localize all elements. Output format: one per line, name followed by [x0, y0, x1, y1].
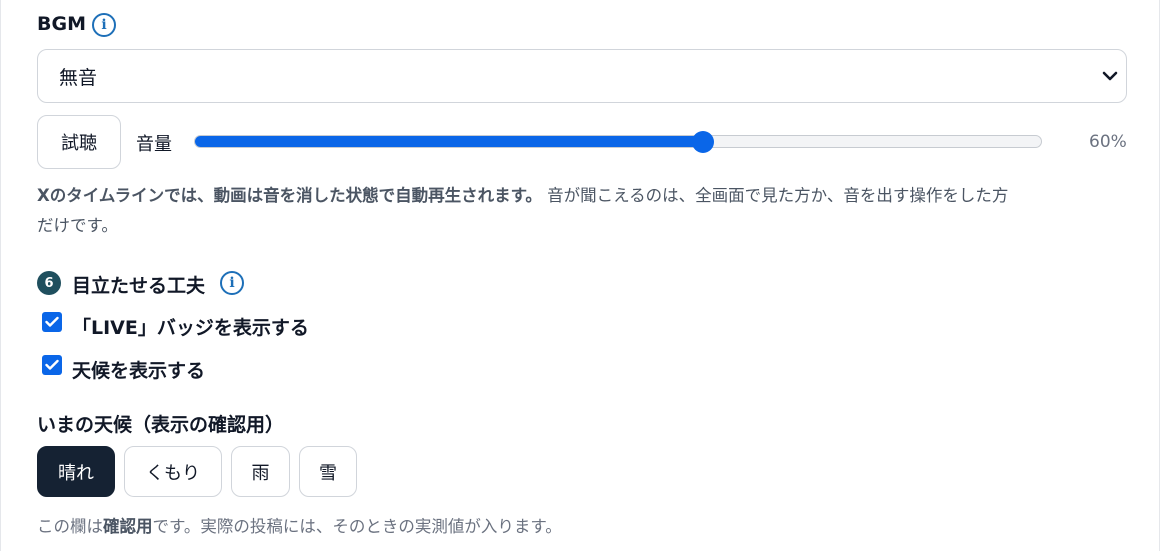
bgm-select-value: 無音	[59, 66, 98, 89]
weather-display-label[interactable]: 天候を表示する	[72, 356, 205, 383]
weather-display-checkbox[interactable]	[42, 355, 62, 375]
chevron-down-icon	[1102, 71, 1118, 81]
volume-slider-fill	[195, 136, 704, 147]
bgm-select[interactable]: 無音	[37, 49, 1127, 103]
live-badge-label[interactable]: 「LIVE」バッジを表示する	[72, 313, 309, 340]
weather-rain-button[interactable]: 雨	[231, 446, 290, 497]
volume-label: 音量	[136, 134, 172, 155]
weather-heading: いまの天候（表示の確認用）	[37, 414, 285, 436]
volume-value: 60%	[1089, 132, 1127, 152]
timeline-note-rest-2: だけです。	[37, 216, 118, 235]
live-badge-checkbox[interactable]	[42, 312, 62, 332]
volume-slider-track[interactable]	[194, 135, 1042, 148]
weather-note-bold: 確認用	[103, 517, 153, 536]
timeline-note: Xのタイムラインでは、動画は音を消した状態で自動再生されます。 音が聞こえるのは…	[37, 181, 1127, 241]
step-badge: 6	[37, 271, 61, 295]
volume-slider-thumb[interactable]	[692, 131, 714, 153]
weather-cloudy-button[interactable]: くもり	[124, 446, 222, 497]
settings-panel: BGM i 無音 試聴 音量 60% Xのタイムラインでは、動画は音を消した状態…	[0, 0, 1160, 551]
timeline-note-rest: 音が聞こえるのは、全画面で見た方か、音を出す操作をした方	[541, 186, 1009, 205]
info-icon[interactable]: i	[220, 271, 244, 295]
weather-note-prefix: この欄は	[37, 517, 103, 536]
checkmark-icon	[45, 359, 59, 370]
weather-note: この欄は確認用です。実際の投稿には、そのときの実測値が入ります。	[37, 513, 562, 537]
section-title: 目立たせる工夫	[72, 275, 206, 297]
info-icon[interactable]: i	[92, 13, 116, 37]
checkmark-icon	[45, 316, 59, 327]
weather-note-suffix: です。実際の投稿には、そのときの実測値が入ります。	[152, 517, 562, 536]
weather-snow-button[interactable]: 雪	[299, 446, 357, 497]
weather-sunny-button[interactable]: 晴れ	[37, 446, 115, 497]
timeline-note-bold: Xのタイムラインでは、動画は音を消した状態で自動再生されます。	[37, 186, 542, 205]
bgm-label: BGM	[37, 13, 86, 35]
preview-button[interactable]: 試聴	[37, 115, 121, 169]
